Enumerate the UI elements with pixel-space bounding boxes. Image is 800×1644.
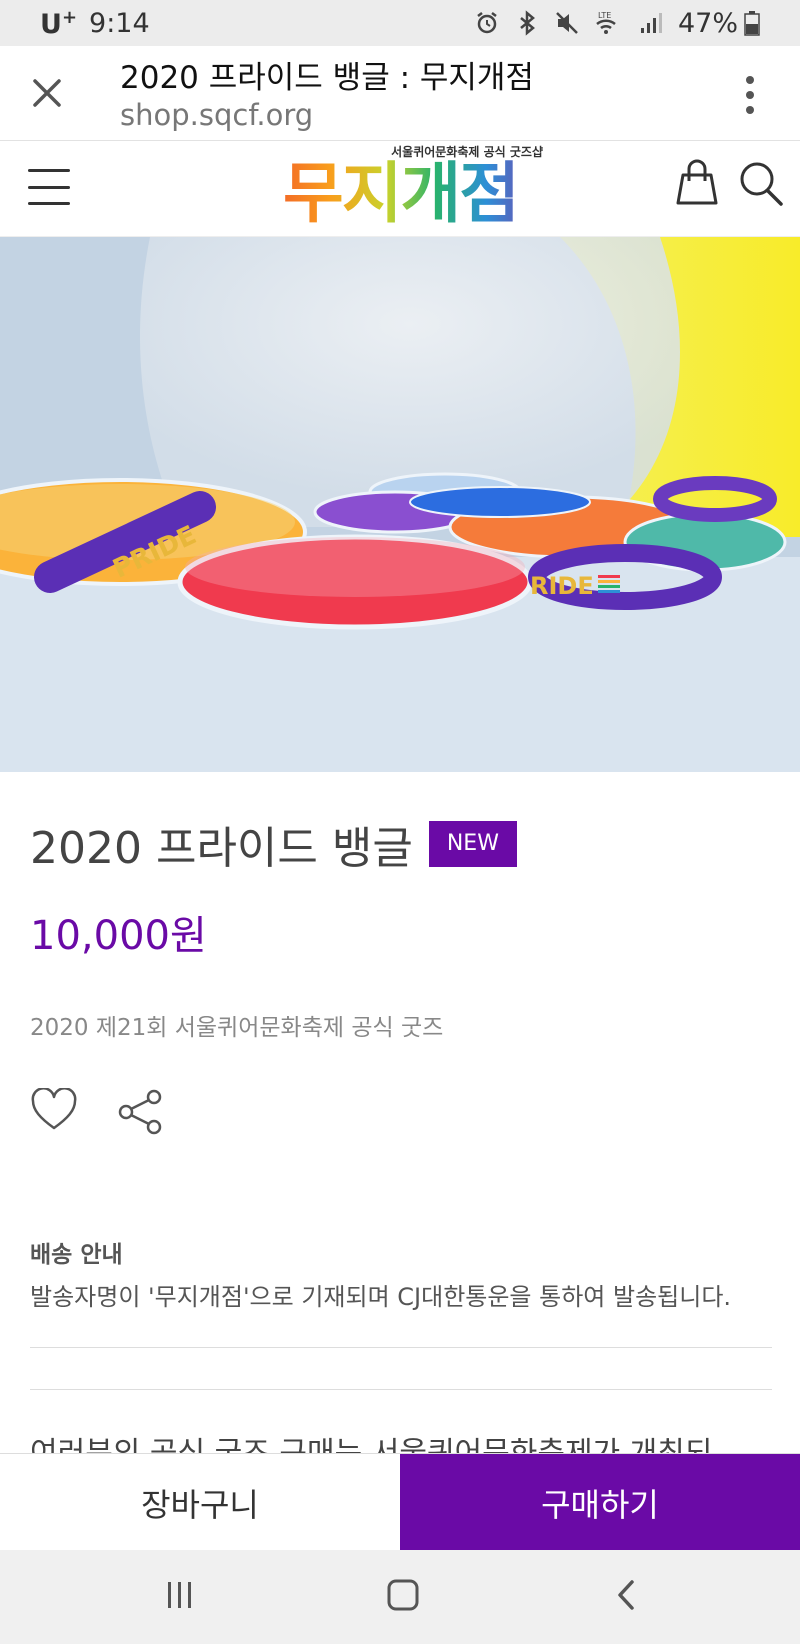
site-header: 서울퀴어문화축제 공식 굿즈샵 무지개점 xyxy=(0,141,800,237)
page-url[interactable]: shop.sqcf.org xyxy=(120,98,313,132)
menu-line xyxy=(28,185,70,189)
bottom-action-bar: 장바구니 구매하기 xyxy=(0,1453,800,1551)
logo-text: 무지개점 xyxy=(258,151,543,237)
close-button[interactable] xyxy=(22,68,72,118)
new-badge: NEW xyxy=(428,821,517,867)
product-price: 10,000원 xyxy=(30,913,207,959)
menu-line xyxy=(28,202,70,205)
svg-text:RIDE: RIDE xyxy=(530,572,594,600)
shopping-bag-icon xyxy=(676,159,718,205)
mute-icon xyxy=(556,12,578,34)
carrier-label: U+ xyxy=(40,6,78,40)
share-icon xyxy=(118,1089,162,1135)
product-title: 2020 프라이드 뱅글 NEW xyxy=(30,812,517,876)
search-icon xyxy=(740,162,783,206)
recent-apps-icon[interactable] xyxy=(163,1578,197,1612)
bluetooth-icon xyxy=(520,10,535,36)
battery-indicator: 47% xyxy=(678,8,760,39)
back-icon[interactable] xyxy=(612,1578,642,1612)
product-photo: PRIDE RIDE xyxy=(0,237,800,772)
browser-toolbar: 2020 프라이드 뱅글 : 무지개점 shop.sqcf.org xyxy=(0,46,800,141)
svg-text:LTE: LTE xyxy=(598,11,611,20)
dot-icon xyxy=(746,91,754,99)
system-nav-bar xyxy=(0,1550,800,1644)
status-time: 9:14 xyxy=(89,7,150,39)
divider xyxy=(30,1347,772,1348)
more-options-button[interactable] xyxy=(730,70,770,120)
menu-line xyxy=(28,169,70,172)
home-icon[interactable] xyxy=(386,1578,420,1612)
signal-icon xyxy=(640,13,662,33)
alarm-icon xyxy=(477,12,497,34)
divider xyxy=(30,1389,772,1390)
close-icon xyxy=(33,79,61,107)
product-name: 2020 프라이드 뱅글 xyxy=(30,823,413,874)
share-button[interactable] xyxy=(116,1088,166,1136)
search-button[interactable] xyxy=(737,159,785,209)
hamburger-menu-button[interactable] xyxy=(28,169,70,205)
shipping-info-title: 배송 안내 xyxy=(30,1242,123,1268)
status-bar: U+ 9:14 LTE 47% xyxy=(0,0,800,46)
buy-now-button[interactable]: 구매하기 xyxy=(400,1454,800,1551)
page-title: 2020 프라이드 뱅글 : 무지개점 xyxy=(120,60,534,96)
dot-icon xyxy=(746,106,754,114)
product-description: 2020 제21회 서울퀴어문화축제 공식 굿즈 xyxy=(30,1015,444,1041)
wifi-lte-icon: LTE xyxy=(596,11,616,34)
site-logo[interactable]: 서울퀴어문화축제 공식 굿즈샵 무지개점 xyxy=(258,141,543,237)
shipping-info-text: 발송자명이 '무지개점'으로 기재되며 CJ대한통운을 통하여 발송됩니다. xyxy=(30,1283,732,1311)
dot-icon xyxy=(746,76,754,84)
product-image[interactable]: PRIDE RIDE xyxy=(0,237,800,772)
heart-icon xyxy=(31,1087,77,1130)
cart-bag-button[interactable] xyxy=(674,157,720,207)
battery-icon xyxy=(744,11,760,36)
add-to-cart-button[interactable]: 장바구니 xyxy=(0,1454,400,1551)
wishlist-button[interactable] xyxy=(30,1087,78,1132)
